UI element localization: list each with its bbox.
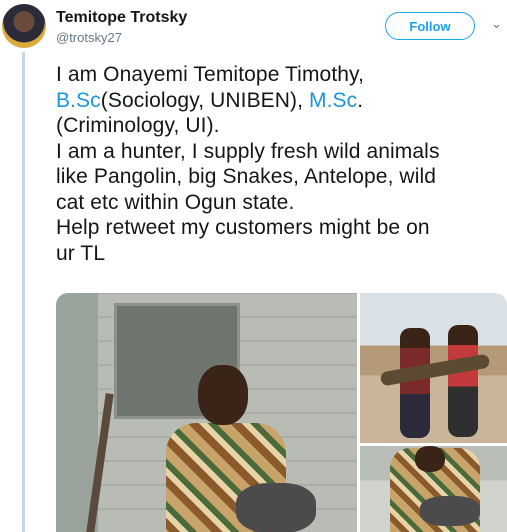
- author-display-name[interactable]: Temitope Trotsky: [56, 9, 187, 27]
- tweet-line: B.Sc(Sociology, UNIBEN), M.Sc.: [56, 88, 506, 114]
- tweet-line: ur TL: [56, 241, 106, 265]
- tweet-line: cat etc within Ogun state.: [56, 190, 295, 214]
- tweet-line: (Criminology, UI).: [56, 114, 220, 137]
- tweet-line: I am Onayemi Temitope Timothy,: [56, 63, 365, 86]
- tweet-line: Help retweet my customers might be on: [56, 216, 430, 239]
- follow-button[interactable]: Follow: [385, 12, 475, 40]
- author-handle[interactable]: @trotsky27: [56, 30, 122, 45]
- thread-connector-line: [22, 52, 25, 532]
- tweet-text-fragment: (Sociology, UNIBEN),: [100, 88, 310, 112]
- bsc-link[interactable]: B.Sc: [56, 89, 101, 112]
- tweet-text: I am Onayemi Temitope Timothy, B.Sc(Soci…: [56, 62, 506, 266]
- chevron-down-icon[interactable]: ⌄: [491, 16, 502, 32]
- photo-person-head: [198, 365, 248, 425]
- tweet-line: I am a hunter, I supply fresh wild anima…: [56, 139, 440, 163]
- photo-person: [400, 328, 430, 438]
- tweet-photo-hunter-portrait[interactable]: [56, 293, 357, 532]
- photo-person-head: [415, 446, 445, 472]
- photo-animal: [420, 496, 480, 526]
- tweet-photo-two-hunters[interactable]: [360, 293, 507, 443]
- photo-person: [448, 325, 478, 437]
- tweet-photo-hunter-with-animal[interactable]: [360, 446, 507, 532]
- tweet-line: like Pangolin, big Snakes, Antelope, wil…: [56, 165, 437, 188]
- avatar[interactable]: [2, 4, 46, 48]
- msc-link[interactable]: M.Sc: [309, 89, 357, 112]
- tweet-text-fragment: .: [357, 88, 364, 112]
- photo-animal: [236, 483, 316, 532]
- photo-stick-detail: [86, 393, 114, 532]
